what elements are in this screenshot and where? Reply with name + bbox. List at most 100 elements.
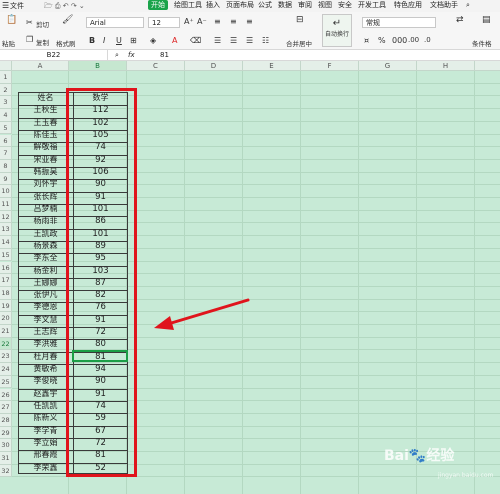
row-header-6[interactable]: 6: [0, 134, 12, 148]
fill-color-icon[interactable]: ◈: [150, 36, 156, 45]
name-cell[interactable]: 李俊晓: [18, 375, 73, 387]
name-cell[interactable]: 吕梦楠: [18, 203, 73, 215]
thousands-button[interactable]: 000: [392, 36, 407, 45]
name-cell[interactable]: 韩振昊: [18, 166, 73, 178]
name-cell[interactable]: 任凯凯: [18, 400, 73, 412]
tab-formula[interactable]: 公式: [258, 0, 272, 10]
align-bottom-icon[interactable]: ≡: [246, 17, 253, 26]
row-header-3[interactable]: 3: [0, 96, 12, 110]
tab-view[interactable]: 视图: [318, 0, 332, 10]
name-cell[interactable]: 王玉春: [18, 117, 73, 129]
tab-page-layout[interactable]: 页面布局: [226, 0, 254, 10]
name-cell[interactable]: 王志辉: [18, 326, 73, 338]
name-cell[interactable]: 赵鑫宇: [18, 388, 73, 400]
align-center-icon[interactable]: ☰: [230, 36, 237, 45]
search-icon[interactable]: ⌕: [466, 0, 470, 10]
row-header-19[interactable]: 19: [0, 299, 12, 313]
copy-button[interactable]: 复制: [36, 37, 49, 47]
name-cell[interactable]: 李洪雅: [18, 338, 73, 350]
row-header-30[interactable]: 30: [0, 439, 12, 452]
clear-format-icon[interactable]: ⌫: [190, 36, 201, 45]
name-cell[interactable]: 李文慧: [18, 314, 73, 326]
row-header-1[interactable]: 1: [0, 71, 12, 84]
row-header-21[interactable]: 21: [0, 325, 12, 338]
row-header-7[interactable]: 7: [0, 147, 12, 160]
conditional-format-icon[interactable]: ▤: [482, 15, 491, 25]
row-header-5[interactable]: 5: [0, 121, 12, 135]
align-top-icon[interactable]: ≡: [214, 17, 221, 26]
increase-font-icon[interactable]: A⁺: [184, 17, 194, 26]
row-header-4[interactable]: 4: [0, 109, 12, 122]
name-cell[interactable]: 杨金利: [18, 265, 73, 277]
name-cell[interactable]: 宋亚春: [18, 154, 73, 166]
row-header-22[interactable]: 22: [0, 337, 12, 351]
name-cell[interactable]: 陈新义: [18, 412, 73, 424]
copy-icon[interactable]: ❐: [26, 35, 33, 45]
name-cell[interactable]: 邢春霞: [18, 449, 73, 461]
tab-data[interactable]: 数据: [278, 0, 292, 10]
percent-button[interactable]: %: [378, 36, 386, 45]
tab-start[interactable]: 开始: [148, 0, 168, 10]
name-cell[interactable]: 黄敏希: [18, 363, 73, 375]
quick-access-icons[interactable]: 🗁 ⎙ ↶ ↷ ⌄: [44, 0, 114, 12]
row-header-29[interactable]: 29: [0, 426, 12, 440]
row-header-18[interactable]: 18: [0, 286, 12, 300]
font-size-select[interactable]: 12: [148, 17, 180, 28]
paste-icon[interactable]: 📋: [6, 15, 17, 25]
font-color-icon[interactable]: A: [172, 36, 177, 45]
name-cell[interactable]: 李德恩: [18, 301, 73, 313]
align-middle-icon[interactable]: ≡: [230, 17, 237, 26]
type-convert-icon[interactable]: ⇄: [456, 15, 464, 25]
currency-icon[interactable]: ¤: [364, 36, 369, 45]
distributed-align-icon[interactable]: ☷: [262, 36, 269, 45]
align-right-icon[interactable]: ☰: [246, 36, 253, 45]
menu-file[interactable]: 文件: [10, 0, 24, 12]
row-header-24[interactable]: 24: [0, 363, 12, 376]
row-header-10[interactable]: 10: [0, 185, 12, 198]
row-header-9[interactable]: 9: [0, 172, 12, 186]
increase-decimal-button[interactable]: .00: [408, 36, 419, 44]
italic-button[interactable]: I: [103, 36, 105, 45]
bold-button[interactable]: B: [89, 36, 95, 45]
column-header-f[interactable]: F: [301, 61, 359, 71]
row-header-25[interactable]: 25: [0, 375, 12, 389]
row-header-28[interactable]: 28: [0, 413, 12, 427]
name-cell[interactable]: 杨雨菲: [18, 215, 73, 227]
name-cell[interactable]: 张长辉: [18, 191, 73, 203]
number-format-select[interactable]: 常规: [362, 17, 436, 28]
name-cell[interactable]: 王秋生: [18, 104, 73, 116]
row-header-23[interactable]: 23: [0, 350, 12, 364]
row-header-31[interactable]: 31: [0, 452, 12, 465]
tab-insert[interactable]: 插入: [206, 0, 220, 10]
row-header-8[interactable]: 8: [0, 159, 12, 173]
font-name-select[interactable]: Arial: [86, 17, 144, 28]
merge-center-button[interactable]: 合并居中: [286, 38, 312, 48]
name-cell[interactable]: 刘怀宇: [18, 178, 73, 190]
tab-special[interactable]: 特色应用: [394, 0, 422, 10]
row-header-12[interactable]: 12: [0, 210, 12, 224]
name-cell[interactable]: 杜月春: [18, 351, 73, 363]
row-header-27[interactable]: 27: [0, 401, 12, 414]
row-header-15[interactable]: 15: [0, 248, 12, 262]
border-icon[interactable]: ⊞: [130, 36, 137, 45]
formula-input[interactable]: 81: [160, 50, 169, 61]
tab-security[interactable]: 安全: [338, 0, 352, 10]
tab-doc-assistant[interactable]: 文档助手: [430, 0, 458, 10]
column-header-c[interactable]: C: [127, 61, 185, 71]
name-cell[interactable]: 李立娟: [18, 437, 73, 449]
row-header-13[interactable]: 13: [0, 223, 12, 237]
column-header-i[interactable]: I: [475, 61, 500, 71]
tab-developer[interactable]: 开发工具: [358, 0, 386, 10]
name-cell[interactable]: 王凯政: [18, 228, 73, 240]
cut-icon[interactable]: ✂: [26, 18, 33, 28]
underline-button[interactable]: U: [116, 36, 122, 45]
column-header-a[interactable]: A: [12, 61, 69, 71]
column-header-h[interactable]: H: [417, 61, 475, 71]
zoom-icon[interactable]: ⌕: [115, 50, 119, 61]
name-cell[interactable]: 解敬福: [18, 141, 73, 153]
conditional-format-button[interactable]: 条件格: [472, 38, 492, 48]
column-header-g[interactable]: G: [359, 61, 417, 71]
decrease-decimal-button[interactable]: .0: [424, 36, 431, 44]
format-painter-button[interactable]: 格式刷: [56, 38, 76, 48]
row-header-2[interactable]: 2: [0, 83, 12, 97]
